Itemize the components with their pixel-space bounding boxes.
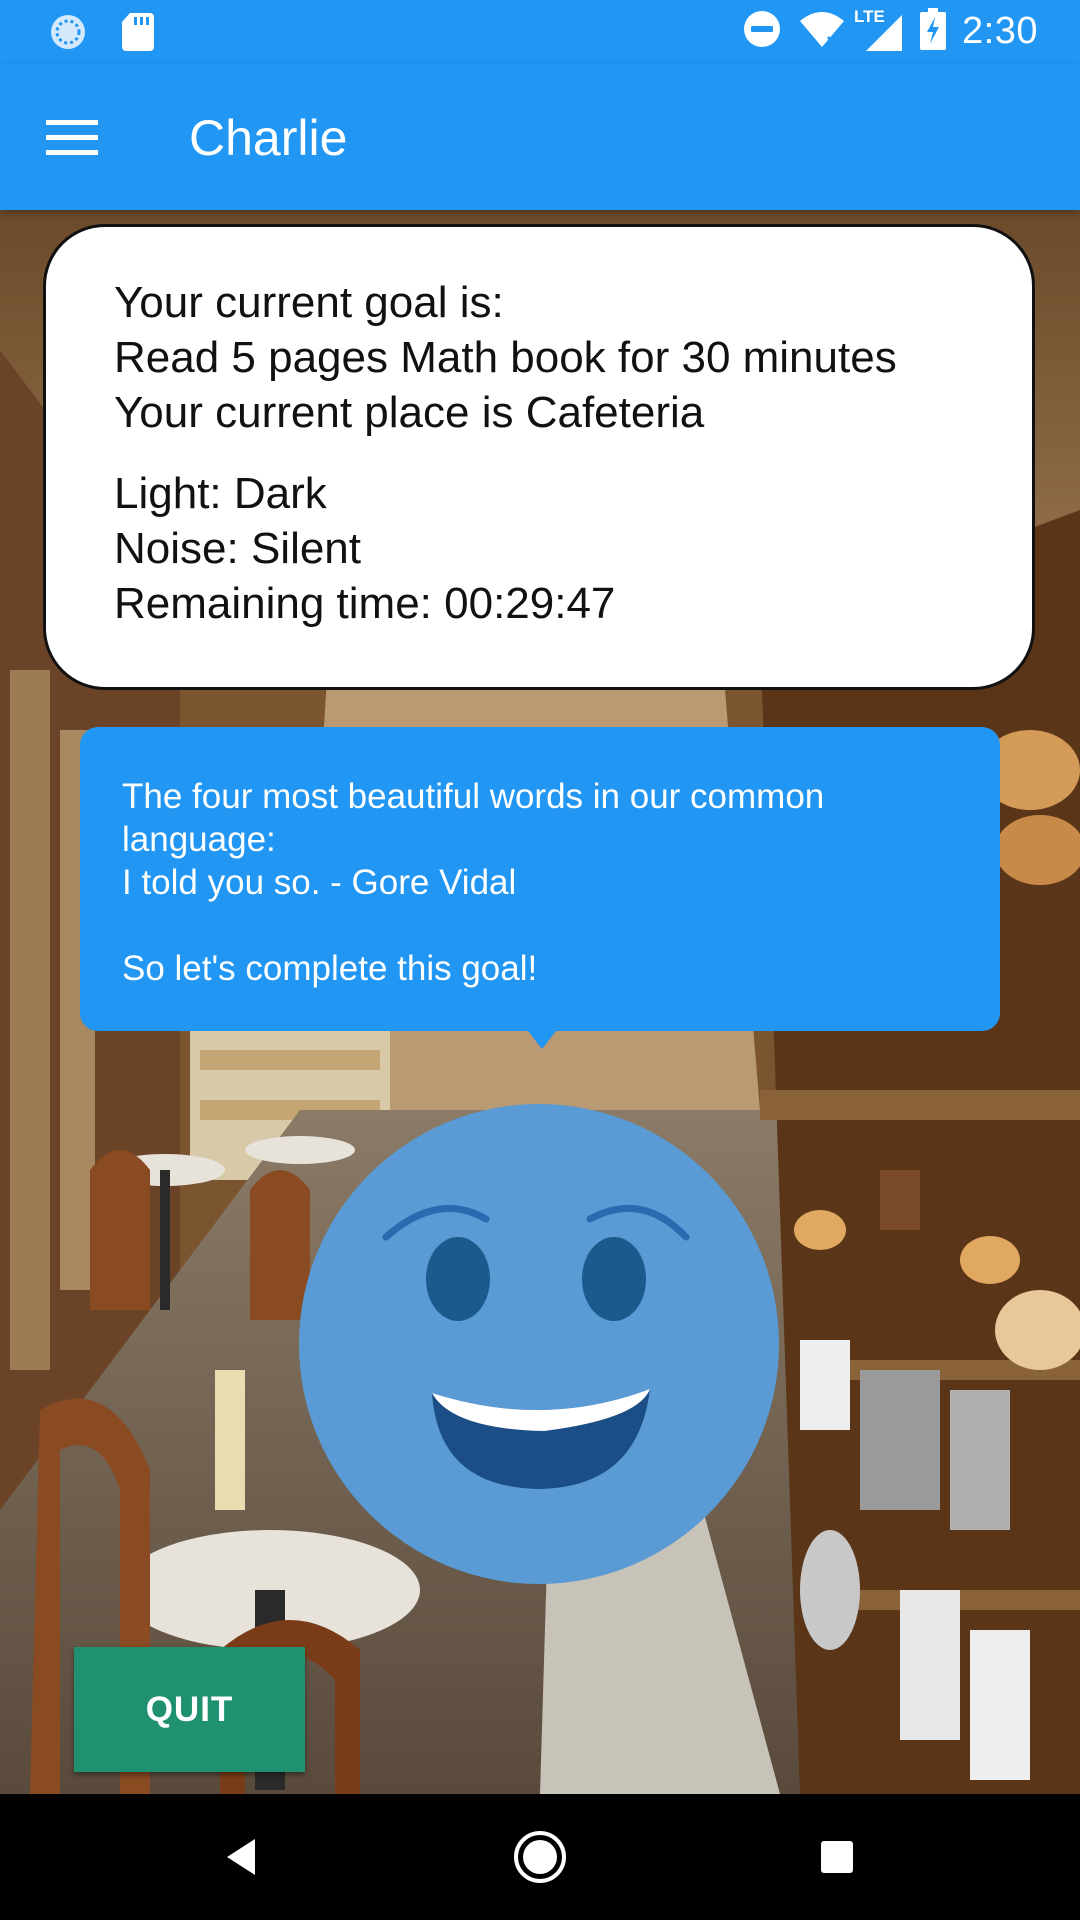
battery-charging-icon [920,8,947,55]
do-not-disturb-icon [742,9,782,54]
wifi-icon [798,9,846,54]
remaining-time: Remaining time: 00:29:47 [114,579,616,628]
motivation-text: So let's complete this goal! [122,949,538,988]
goal-info-card: Your current goal is: Read 5 pages Math … [43,224,1035,690]
smiley-face-icon [299,1104,779,1584]
hamburger-menu-icon[interactable] [36,107,108,167]
quote-speech-bubble: The four most beautiful words in our com… [80,727,1000,1031]
speech-bubble-tail [528,1031,556,1049]
sd-card-icon [122,13,154,56]
goal-text: Read 5 pages Math book for 30 minutes [114,333,897,382]
recents-icon[interactable] [804,1824,870,1890]
sync-icon [48,12,88,57]
quote-line: language: [122,820,276,859]
light-status: Light: Dark [114,469,327,518]
home-icon[interactable] [507,1824,573,1890]
goal-heading: Your current goal is: [114,278,504,327]
noise-status: Noise: Silent [114,524,362,573]
status-time: 2:30 [962,10,1038,52]
back-icon[interactable] [208,1824,274,1890]
navigation-bar [0,1794,1080,1920]
main-content: Your current goal is: Read 5 pages Math … [0,210,1080,1794]
status-bar: LTE 2:30 [0,0,1080,63]
app-title: Charlie [189,110,348,166]
signal-icon: LTE [854,7,904,53]
quote-line: The four most beautiful words in our com… [122,777,825,816]
quote-author-line: I told you so. - Gore Vidal [122,863,517,902]
app-bar: Charlie [0,63,1080,210]
quit-button[interactable]: QUIT [74,1647,305,1772]
place-text: Your current place is Cafeteria [114,388,705,437]
